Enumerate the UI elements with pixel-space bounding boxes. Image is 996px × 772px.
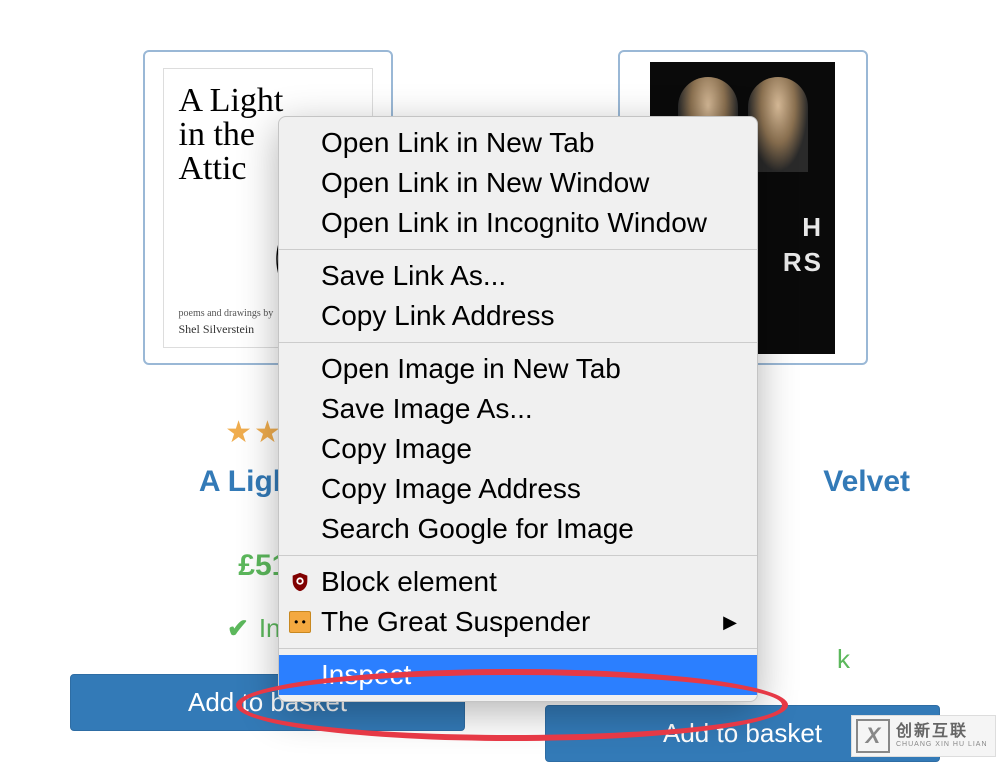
menu-great-suspender[interactable]: • • The Great Suspender ▶ [279,602,757,642]
stock-status-2: k [837,644,850,675]
menu-copy-link-address[interactable]: Copy Link Address [279,296,757,336]
watermark-logo: X [856,719,890,753]
watermark: X 创新互联 CHUANG XIN HU LIAN [851,715,996,757]
menu-separator [279,249,757,250]
star-icon: ★ [254,415,281,450]
submenu-arrow-icon: ▶ [723,612,737,633]
menu-copy-image[interactable]: Copy Image [279,429,757,469]
book-subtitle: poems and drawings by [179,308,274,319]
watermark-sub: CHUANG XIN HU LIAN [896,741,988,749]
check-icon: ✔ [227,613,249,644]
menu-open-link-new-window[interactable]: Open Link in New Window [279,163,757,203]
book-author: Shel Silverstein [179,322,255,337]
menu-separator [279,342,757,343]
book2-text-rs: RS [783,247,823,278]
menu-open-image-new-tab[interactable]: Open Image in New Tab [279,349,757,389]
watermark-main: 创新互联 [896,722,988,741]
star-icon: ★ [225,415,252,450]
suspender-icon: • • [287,609,313,635]
stock-text-2: k [837,644,850,675]
menu-save-link-as[interactable]: Save Link As... [279,256,757,296]
book2-text-h: H [802,212,823,243]
menu-block-element[interactable]: Block element [279,562,757,602]
watermark-text: 创新互联 CHUANG XIN HU LIAN [896,722,988,750]
menu-separator [279,648,757,649]
menu-open-link-new-tab[interactable]: Open Link in New Tab [279,123,757,163]
menu-inspect[interactable]: Inspect [279,655,757,695]
product-title-link-2[interactable]: Velvet [823,465,910,499]
menu-save-image-as[interactable]: Save Image As... [279,389,757,429]
ublock-icon [287,569,313,595]
context-menu: Open Link in New Tab Open Link in New Wi… [278,116,758,702]
menu-copy-image-address[interactable]: Copy Image Address [279,469,757,509]
menu-separator [279,555,757,556]
book-title-line1: A Light [179,84,357,118]
menu-search-google-image[interactable]: Search Google for Image [279,509,757,549]
menu-open-link-incognito[interactable]: Open Link in Incognito Window [279,203,757,243]
